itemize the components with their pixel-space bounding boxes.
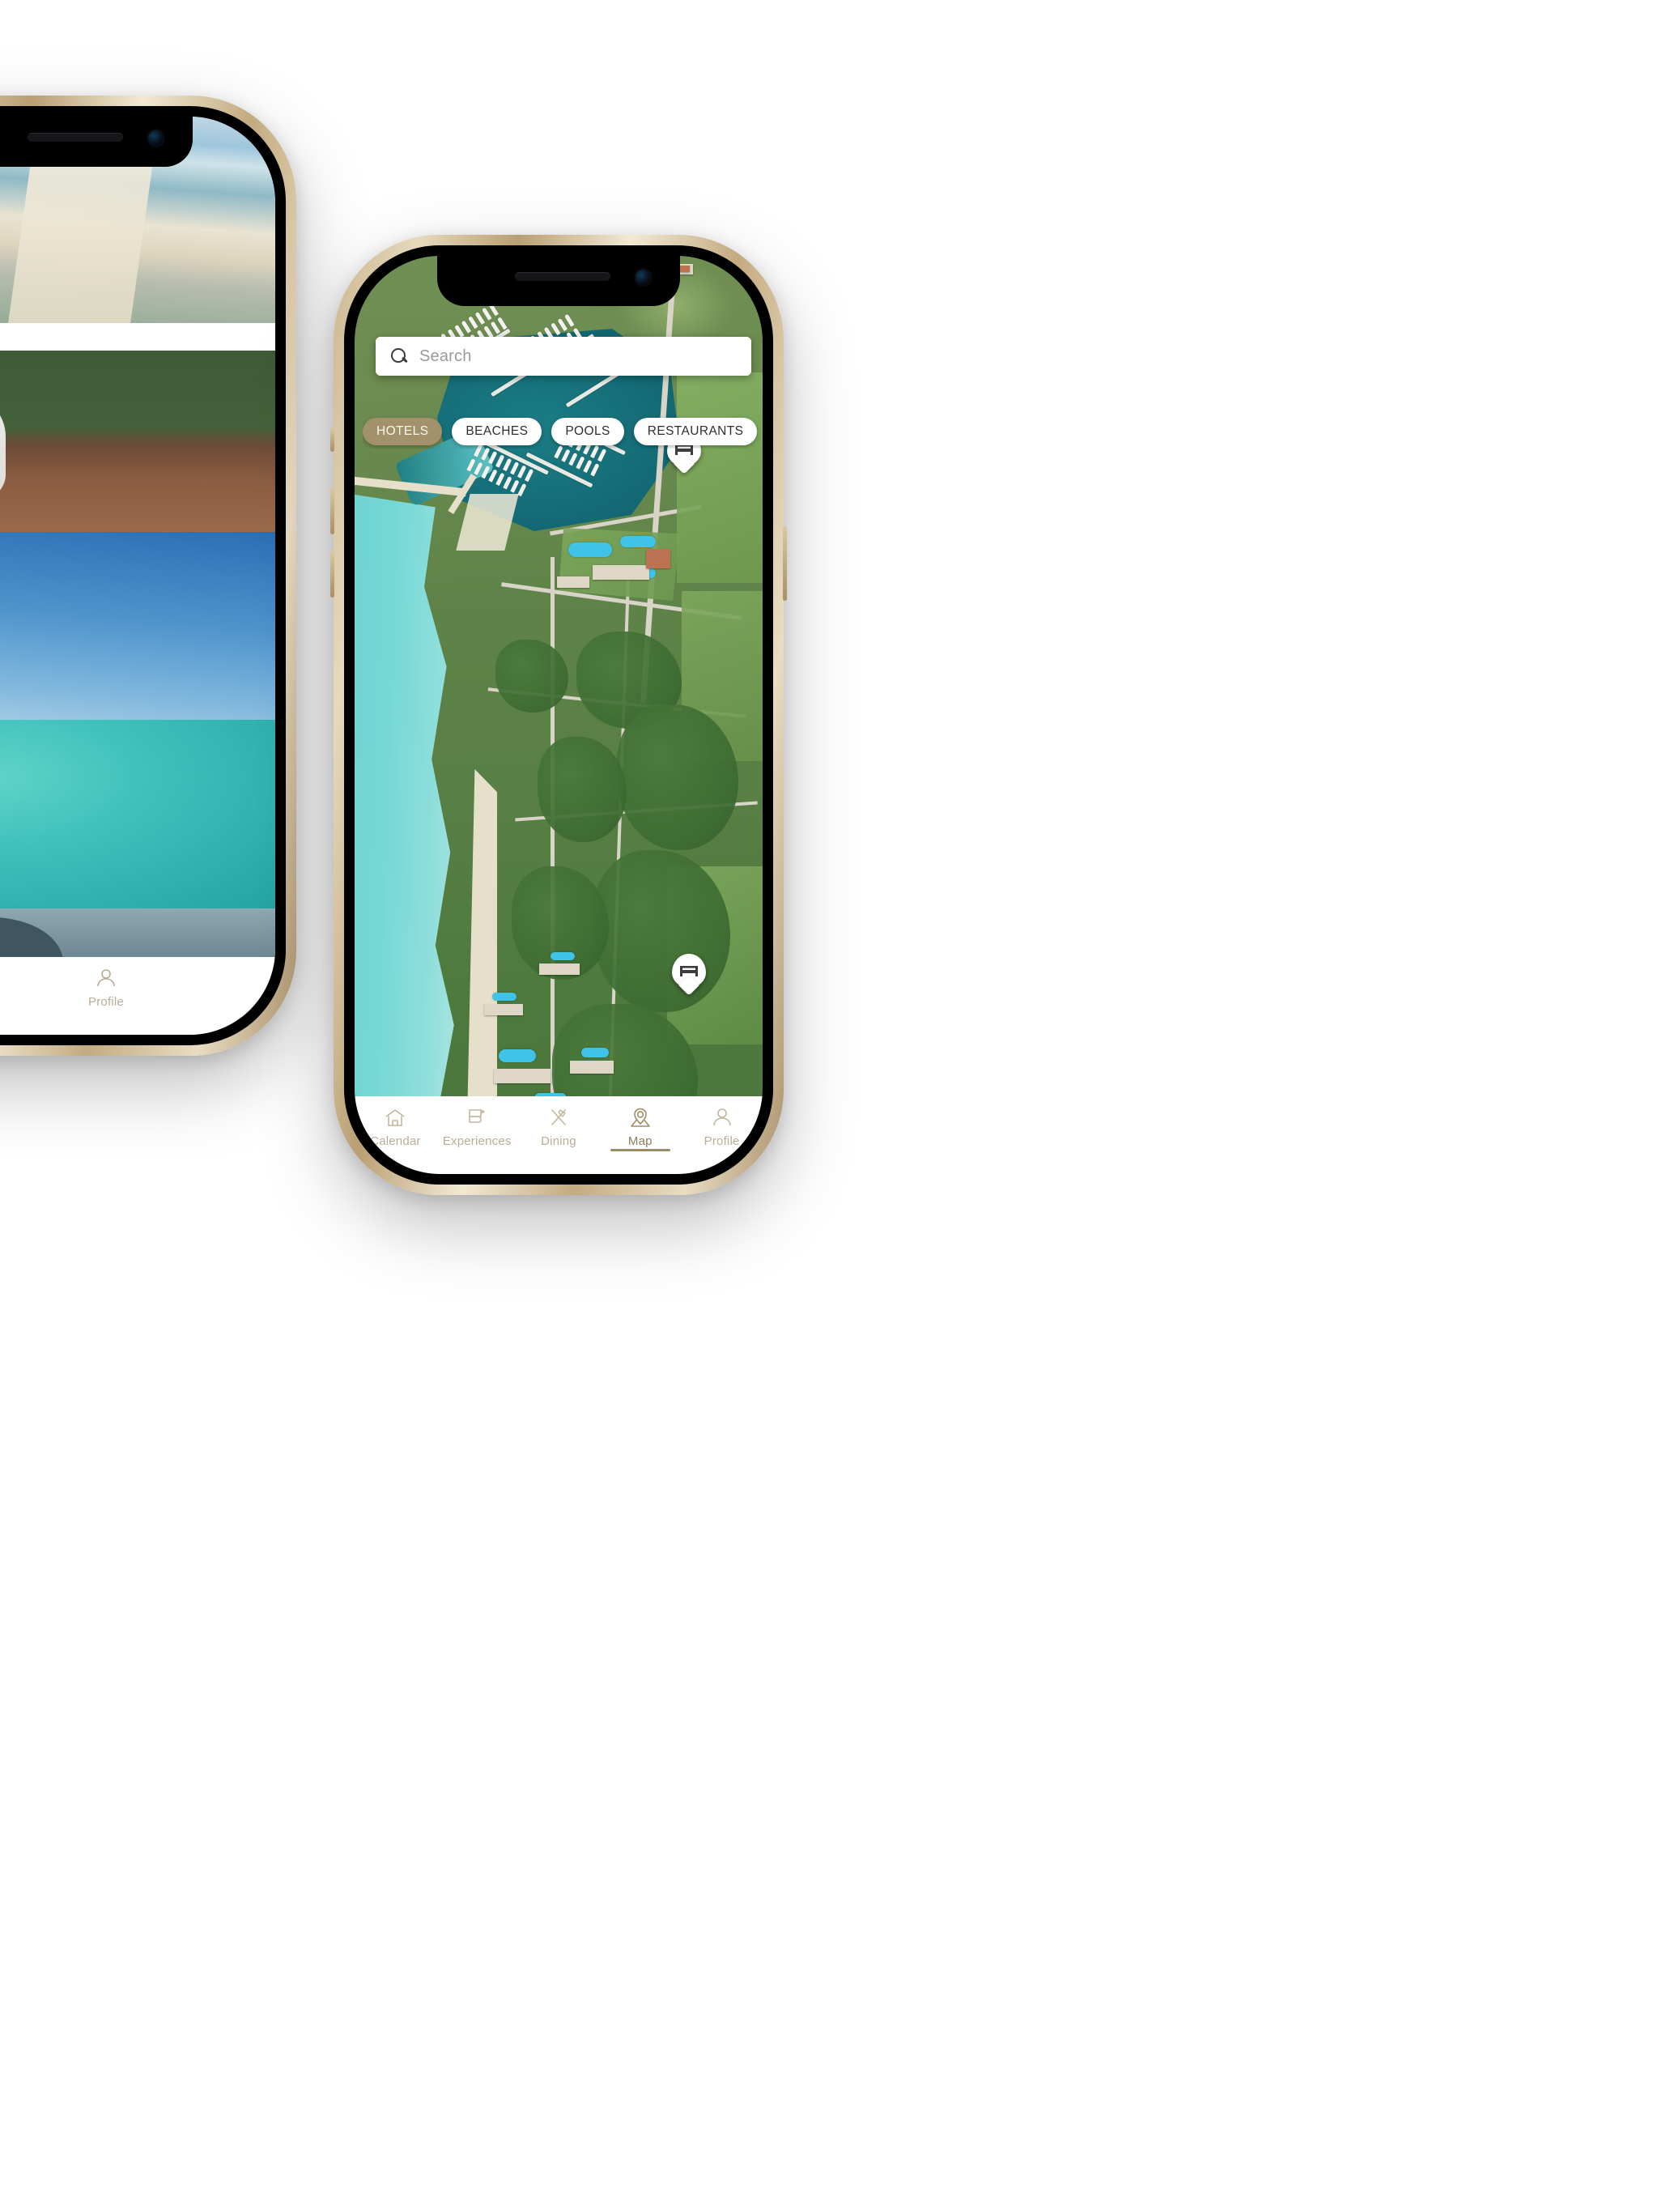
power-button[interactable] — [783, 526, 787, 601]
right-phone-device: Leaflet | google> Search HOTELS BEACHES … — [330, 235, 787, 1195]
map-pin-icon — [630, 1108, 650, 1127]
active-tab-underline — [610, 1149, 670, 1151]
list-item[interactable] — [0, 351, 275, 532]
bottom-tabbar: Calendar Experiences Dining Map Profile — [355, 1096, 763, 1174]
mute-switch[interactable] — [330, 428, 334, 452]
tab-label: Experiences — [442, 1134, 512, 1148]
left-phone-screen: Map Profile — [0, 117, 275, 1035]
person-icon — [712, 1108, 731, 1126]
front-camera — [148, 130, 164, 146]
map-tiles[interactable] — [355, 256, 763, 1158]
screenshot-canvas: Map Profile — [0, 0, 1658, 2212]
front-camera — [636, 270, 651, 285]
tab-label: Profile — [704, 1134, 740, 1148]
page-flag-icon — [469, 1109, 485, 1123]
earpiece-speaker — [515, 272, 610, 281]
tab-label: Dining — [541, 1134, 576, 1148]
tab-map[interactable]: Map — [599, 1106, 681, 1151]
right-phone-screen: Leaflet | google> Search HOTELS BEACHES … — [355, 256, 763, 1174]
tab-dining[interactable]: Dining — [518, 1106, 600, 1148]
list-item[interactable] — [0, 532, 275, 720]
tab-calendar[interactable]: Calendar — [355, 1106, 436, 1148]
tab-label: Calendar — [370, 1134, 421, 1148]
filter-chip-row[interactable]: HOTELS BEACHES POOLS RESTAURANTS BARS EX… — [363, 415, 763, 449]
search-input[interactable]: Search — [419, 347, 472, 366]
earpiece-speaker — [28, 133, 123, 142]
volume-down-button[interactable] — [330, 551, 334, 598]
volume-up-button[interactable] — [330, 487, 334, 534]
tab-label: Map — [627, 1134, 653, 1148]
tab-profile[interactable]: Profile — [53, 967, 159, 1009]
tab-label: Profile — [88, 995, 124, 1009]
filter-chip-restaurants[interactable]: RESTAURANTS — [633, 418, 758, 445]
list-item[interactable] — [0, 720, 275, 908]
bed-icon — [680, 966, 698, 976]
tab-profile[interactable]: Profile — [681, 1106, 763, 1148]
left-phone-tabbar: Map Profile — [0, 957, 275, 1035]
search-bar[interactable]: Search — [376, 337, 751, 376]
map-view[interactable]: Leaflet | google> — [355, 256, 763, 1174]
feed-divider — [0, 323, 275, 351]
feed-list[interactable] — [0, 117, 275, 1035]
filter-chip-pools[interactable]: POOLS — [551, 418, 624, 445]
fork-knife-icon — [551, 1109, 566, 1125]
tab-experiences[interactable]: Experiences — [436, 1106, 518, 1148]
filter-chip-hotels[interactable]: HOTELS — [363, 418, 443, 445]
left-phone-device: Map Profile — [0, 96, 296, 1056]
right-phone-notch — [437, 256, 680, 306]
search-icon — [390, 347, 408, 365]
left-phone-notch — [0, 117, 193, 167]
home-icon — [385, 1109, 405, 1126]
map-marker-hotel[interactable] — [672, 954, 706, 996]
filter-chip-beaches[interactable]: BEACHES — [452, 418, 542, 445]
person-icon — [97, 969, 115, 987]
